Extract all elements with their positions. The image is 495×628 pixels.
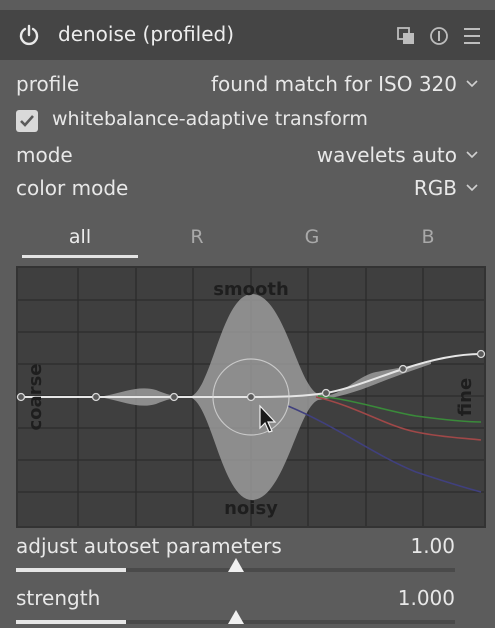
chevron-down-icon [466,151,478,159]
chevron-down-icon [466,184,478,192]
slider-fill [16,620,126,624]
curve-node[interactable] [246,392,256,402]
color-mode-value: RGB [413,176,457,200]
denoise-curve-graph[interactable]: smooth noisy coarse fine [14,264,488,530]
color-mode-label: color mode [16,176,129,200]
graph-left-label: coarse [25,364,46,431]
slider-thumb[interactable] [228,558,244,572]
adjust-autoset-label: adjust autoset parameters [16,534,282,558]
chevron-down-icon [466,80,478,88]
slider-fill [16,568,126,572]
mode-label: mode [16,143,73,167]
graph-right-label: fine [455,378,476,416]
tab-g[interactable]: G [254,224,370,258]
curve-node[interactable] [398,364,408,374]
wb-adaptive-label: whitebalance-adaptive transform [52,108,368,130]
curve-node[interactable] [476,349,486,359]
color-mode-combobox[interactable]: color mode RGB [16,176,481,202]
checkmark-icon [20,115,34,127]
profile-combobox[interactable]: profile found match for ISO 320 [16,72,481,98]
strength-label: strength [16,586,101,610]
mode-value: wavelets auto [316,143,457,167]
tab-b[interactable]: B [370,224,486,258]
presets-icon[interactable] [396,26,416,46]
module-title: denoise (profiled) [58,22,235,46]
wb-adaptive-checkbox[interactable] [16,110,38,132]
graph-bottom-label: noisy [224,498,278,519]
strength-value: 1.000 [397,586,455,610]
mode-combobox[interactable]: mode wavelets auto [16,143,481,169]
curve-node[interactable] [91,392,101,402]
slider-thumb[interactable] [228,610,244,624]
reset-icon[interactable] [429,26,449,46]
channel-tabs: all R G B [16,224,481,260]
profile-value: found match for ISO 320 [210,72,457,96]
curve-node[interactable] [16,392,26,402]
module-header: denoise (profiled) [0,10,495,60]
curve-node[interactable] [321,388,331,398]
menu-icon[interactable] [462,26,482,46]
power-icon[interactable] [18,24,40,46]
profile-label: profile [16,72,80,96]
tab-all[interactable]: all [22,224,138,258]
adjust-autoset-value: 1.00 [410,534,455,558]
curve-node[interactable] [169,392,179,402]
tab-r[interactable]: R [139,224,255,258]
adjust-autoset-slider[interactable]: adjust autoset parameters 1.00 [16,534,455,574]
strength-slider[interactable]: strength 1.000 [16,586,455,626]
graph-top-label: smooth [213,279,289,300]
